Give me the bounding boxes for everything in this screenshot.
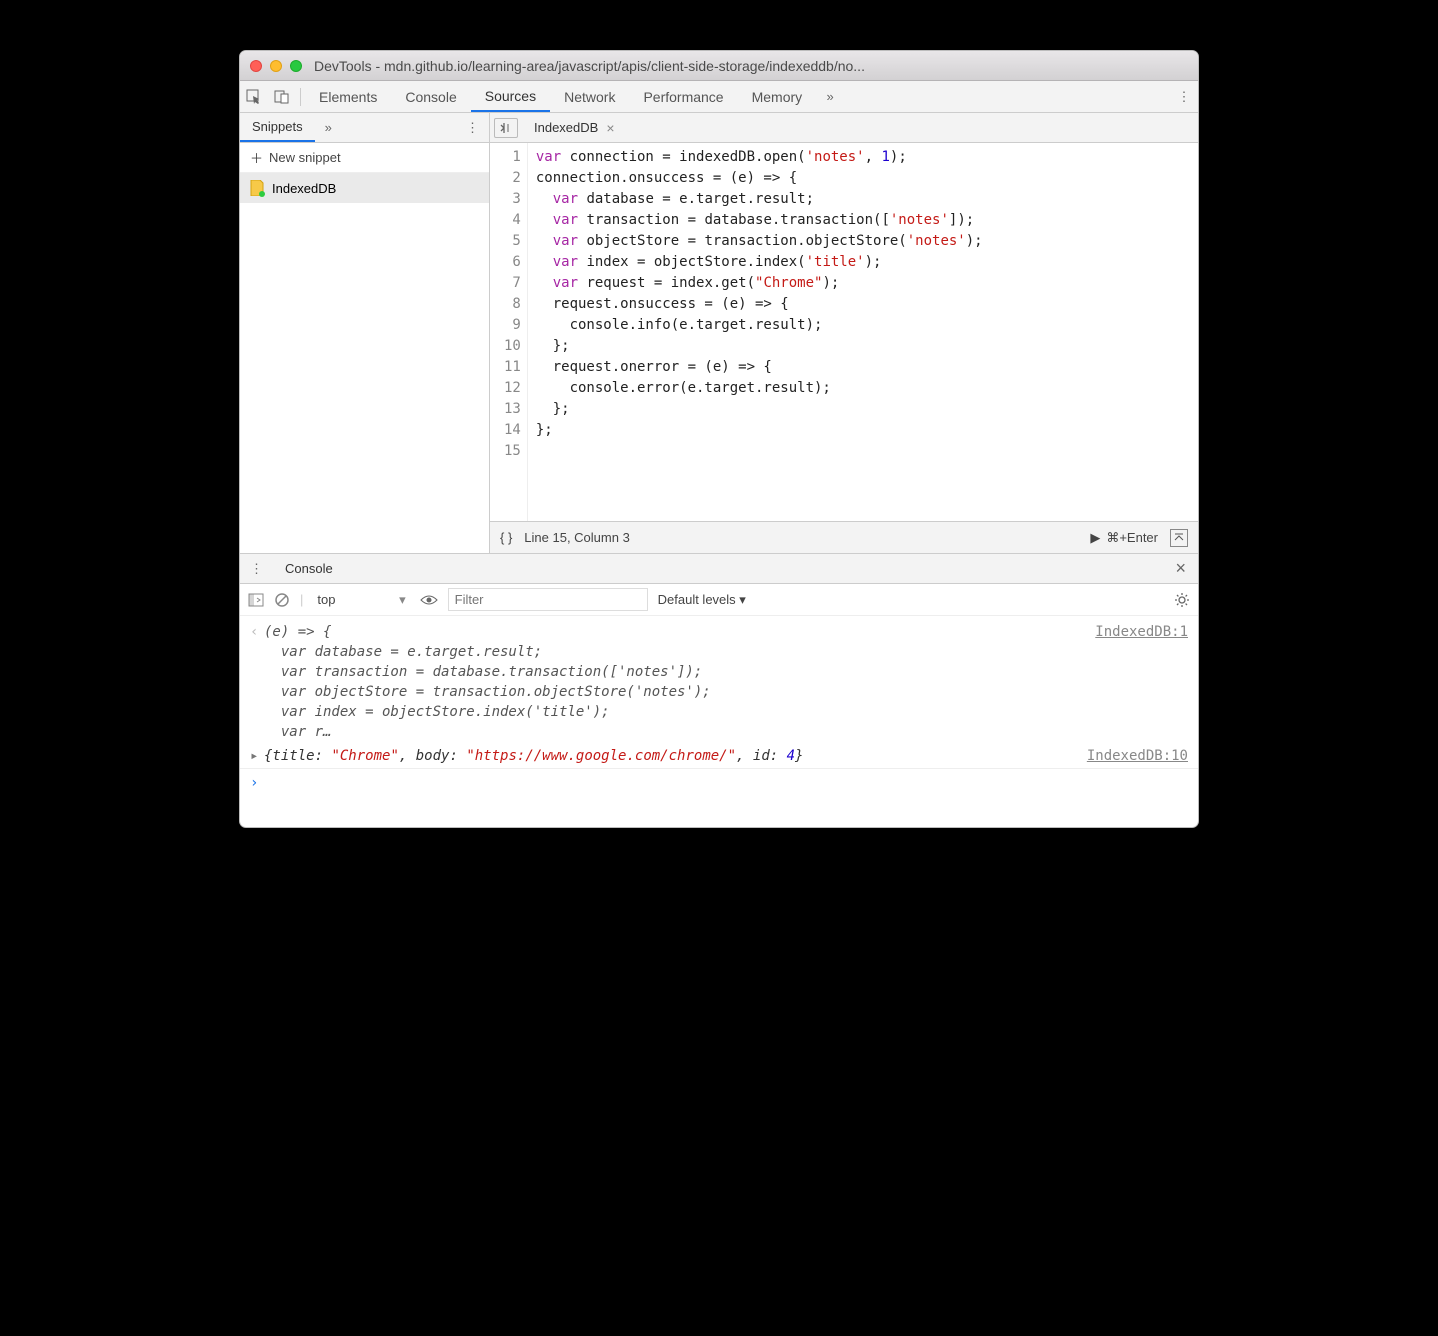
- sidebar: Snippets » ⋮ ＋ New snippet IndexedDB: [240, 113, 490, 553]
- console-filter-input[interactable]: [448, 588, 648, 611]
- more-tabs-icon[interactable]: »: [816, 89, 844, 104]
- tab-elements[interactable]: Elements: [305, 81, 391, 112]
- close-window-button[interactable]: [250, 60, 262, 72]
- tab-memory[interactable]: Memory: [738, 81, 817, 112]
- tab-snippets[interactable]: Snippets: [240, 113, 315, 142]
- run-snippet-button[interactable]: ▶ ⌘+Enter: [1090, 530, 1158, 546]
- log-levels-selector[interactable]: Default levels ▾: [658, 592, 746, 608]
- devtools-window: DevTools - mdn.github.io/learning-area/j…: [239, 50, 1199, 828]
- console-drawer: ⋮ Console × | top ▾ Default levels ▾: [240, 553, 1198, 827]
- clear-console-icon[interactable]: [274, 592, 290, 608]
- context-selector[interactable]: top ▾: [313, 590, 409, 610]
- expand-arrow-icon[interactable]: ▸: [250, 746, 264, 766]
- console-settings-icon[interactable]: [1174, 592, 1190, 608]
- console-prompt[interactable]: ›: [240, 768, 1198, 797]
- plus-icon: ＋: [250, 148, 263, 167]
- editor-pane: IndexedDB × 123456789101112131415 var co…: [490, 113, 1198, 553]
- input-arrow-icon: ‹: [250, 622, 264, 642]
- new-snippet-label: New snippet: [269, 150, 341, 165]
- console-sidebar-toggle-icon[interactable]: [248, 593, 264, 607]
- editor-tabs: IndexedDB ×: [490, 113, 1198, 143]
- tab-network[interactable]: Network: [550, 81, 629, 112]
- nav-back-icon[interactable]: [494, 118, 518, 138]
- line-gutter: 123456789101112131415: [490, 143, 528, 521]
- snippet-file-icon: [250, 180, 264, 196]
- titlebar: DevTools - mdn.github.io/learning-area/j…: [240, 51, 1198, 81]
- console-row[interactable]: ‹(e) => { var database = e.target.result…: [240, 620, 1198, 744]
- snippet-item[interactable]: IndexedDB: [240, 173, 489, 203]
- sidebar-menu-icon[interactable]: ⋮: [456, 120, 489, 136]
- drawer-tab-console[interactable]: Console: [273, 561, 345, 576]
- drawer-menu-icon[interactable]: ⋮: [240, 561, 273, 577]
- console-toolbar: | top ▾ Default levels ▾: [240, 584, 1198, 616]
- editor-tab-label: IndexedDB: [534, 120, 598, 135]
- eye-icon[interactable]: [420, 594, 438, 606]
- close-tab-icon[interactable]: ×: [606, 120, 614, 136]
- source-link[interactable]: IndexedDB:10: [1087, 746, 1188, 766]
- window-title: DevTools - mdn.github.io/learning-area/j…: [314, 58, 1188, 74]
- chevron-down-icon: ▾: [399, 592, 406, 607]
- editor-tab[interactable]: IndexedDB ×: [526, 117, 623, 139]
- sidebar-more-icon[interactable]: »: [315, 120, 342, 135]
- inspect-icon[interactable]: [240, 89, 268, 105]
- editor-statusbar: { } Line 15, Column 3 ▶ ⌘+Enter: [490, 521, 1198, 553]
- new-snippet-button[interactable]: ＋ New snippet: [240, 143, 489, 173]
- traffic-lights: [250, 60, 302, 72]
- play-icon: ▶: [1090, 530, 1100, 546]
- code-editor[interactable]: 123456789101112131415 var connection = i…: [490, 143, 1198, 521]
- main-menu-icon[interactable]: ⋮: [1170, 89, 1198, 105]
- console-output[interactable]: ‹(e) => { var database = e.target.result…: [240, 616, 1198, 827]
- tab-console[interactable]: Console: [391, 81, 470, 112]
- device-toggle-icon[interactable]: [268, 89, 296, 105]
- sidebar-tabs: Snippets » ⋮: [240, 113, 489, 143]
- run-shortcut-label: ⌘+Enter: [1106, 530, 1158, 546]
- close-drawer-icon[interactable]: ×: [1163, 558, 1198, 579]
- console-row[interactable]: ▸{title: "Chrome", body: "https://www.go…: [240, 744, 1198, 768]
- main-tabbar: ElementsConsoleSourcesNetworkPerformance…: [240, 81, 1198, 113]
- zoom-window-button[interactable]: [290, 60, 302, 72]
- source-link[interactable]: IndexedDB:1: [1095, 622, 1188, 642]
- cursor-position: Line 15, Column 3: [524, 530, 630, 545]
- braces-icon[interactable]: { }: [500, 530, 512, 545]
- expand-icon[interactable]: [1170, 529, 1188, 547]
- code-content[interactable]: var connection = indexedDB.open('notes',…: [528, 143, 991, 521]
- minimize-window-button[interactable]: [270, 60, 282, 72]
- snippet-label: IndexedDB: [272, 181, 336, 196]
- tab-performance[interactable]: Performance: [629, 81, 737, 112]
- tab-sources[interactable]: Sources: [471, 81, 550, 112]
